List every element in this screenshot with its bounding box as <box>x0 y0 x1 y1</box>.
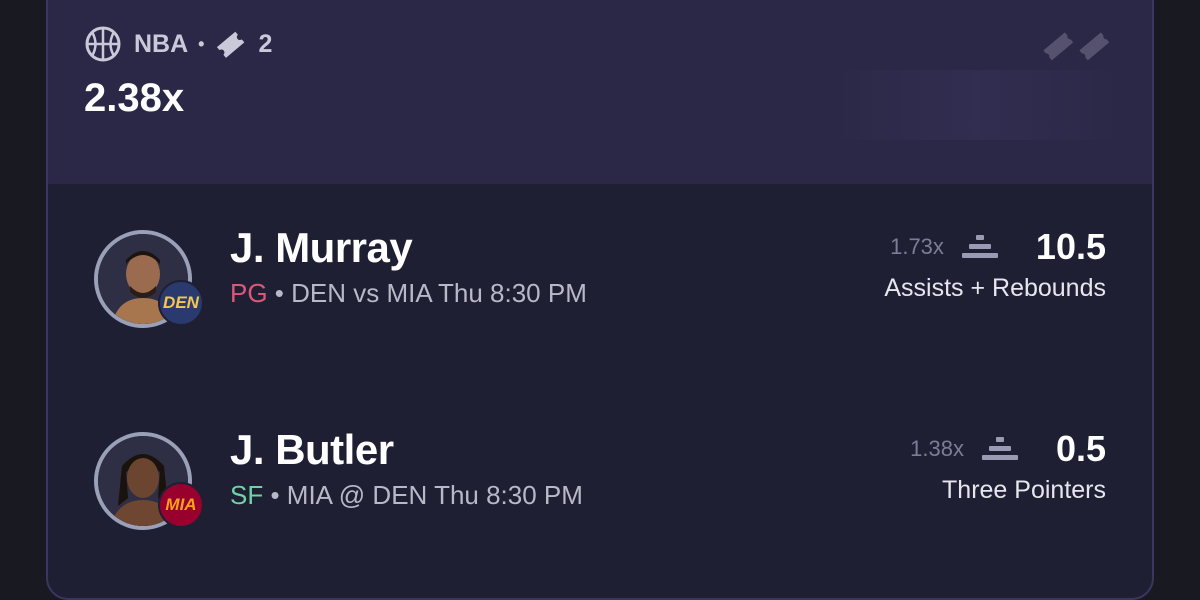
player-name: J. Murray <box>230 224 413 271</box>
entry-card[interactable]: NBA • 2 2.38x DEN J. Murray PG • DEN vs … <box>46 0 1154 600</box>
pick-line: 1.73x 10.5 Assists + Rebounds <box>884 226 1106 303</box>
payout-multiplier: 2.38x <box>84 76 185 120</box>
line-value: 0.5 <box>1055 428 1106 469</box>
separator-dot: • <box>198 33 205 54</box>
entry-header: NBA • 2 2.38x <box>48 0 1152 184</box>
line-selector-icon[interactable] <box>980 436 1020 462</box>
odds-multiplier: 1.38x <box>910 436 964 461</box>
player-name: J. Butler <box>230 426 394 473</box>
matchup: • MIA @ DEN Thu 8:30 PM <box>263 480 583 510</box>
pick-row[interactable]: DEN J. Murray PG • DEN vs MIA Thu 8:30 P… <box>48 224 1152 370</box>
team-badge: DEN <box>158 280 204 326</box>
pick-row[interactable]: MIA J. Butler SF • MIA @ DEN Thu 8:30 PM… <box>48 426 1152 572</box>
blurred-status <box>836 70 1116 140</box>
entry-meta: NBA • 2 <box>84 25 272 63</box>
player-position: PG <box>230 278 268 308</box>
team-badge: MIA <box>158 482 204 528</box>
line-value: 10.5 <box>1035 226 1106 267</box>
player-info: PG • DEN vs MIA Thu 8:30 PM <box>230 278 587 309</box>
ticket-count: 2 <box>258 29 273 58</box>
line-selector-icon[interactable] <box>960 234 1000 260</box>
league-label: NBA <box>134 29 189 58</box>
ticket-icon <box>212 26 248 62</box>
matchup: • DEN vs MIA Thu 8:30 PM <box>267 278 587 308</box>
player-position: SF <box>230 480 264 510</box>
stat-type: Assists + Rebounds <box>884 274 1106 302</box>
player-info: SF • MIA @ DEN Thu 8:30 PM <box>230 480 583 511</box>
stat-type: Three Pointers <box>942 476 1106 504</box>
basketball-icon <box>84 25 122 63</box>
tickets-icon[interactable] <box>1038 26 1116 71</box>
odds-multiplier: 1.73x <box>890 234 944 259</box>
pick-line: 1.38x 0.5 Three Pointers <box>910 428 1106 505</box>
